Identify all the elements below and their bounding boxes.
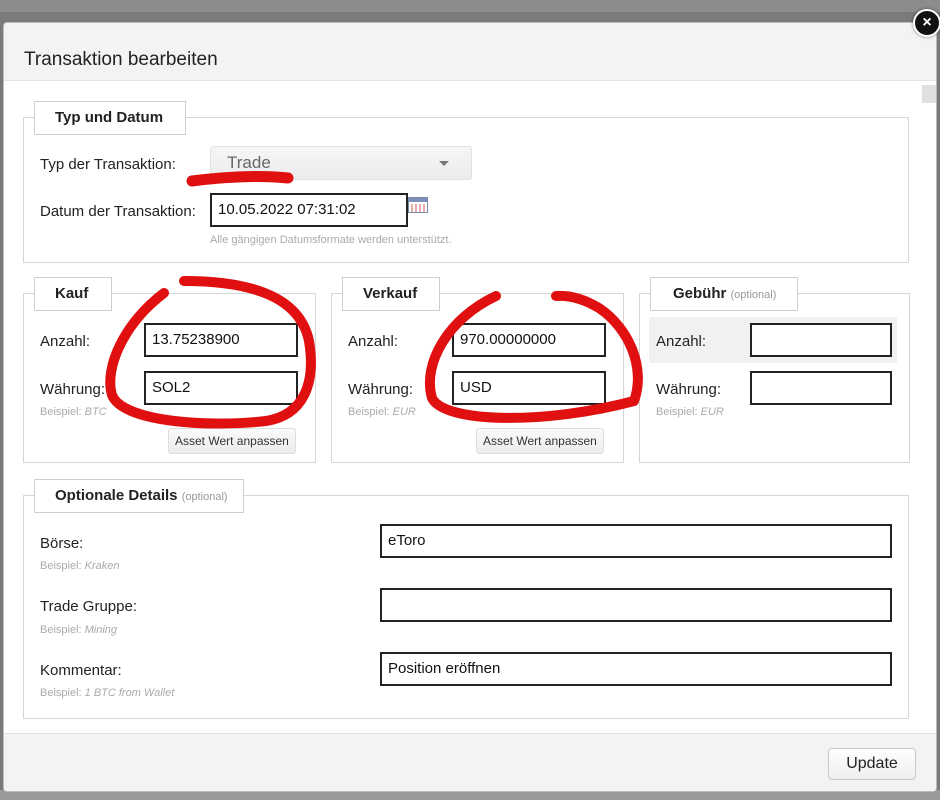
transaction-type-label: Typ der Transaktion:: [40, 156, 176, 173]
transaction-date-input[interactable]: 10.05.2022 07:31:02: [210, 193, 408, 227]
transaction-date-label: Datum der Transaktion:: [40, 203, 196, 220]
trade-group-hint: Beispiel: Mining: [40, 624, 118, 636]
comment-label: Kommentar:: [40, 662, 122, 679]
sell-amount-input[interactable]: 970.00000000: [452, 323, 606, 357]
fee-currency-hint: Beispiel: EUR: [656, 406, 724, 418]
modal-footer: Update: [4, 733, 936, 791]
modal-header: Transaktion bearbeiten: [4, 23, 936, 81]
fee-amount-input[interactable]: [750, 323, 892, 357]
buy-currency-input[interactable]: SOL2: [144, 371, 298, 405]
comment-input[interactable]: Position eröffnen: [380, 652, 892, 686]
buy-currency-label: Währung:: [40, 381, 106, 398]
sell-legend: Verkauf: [342, 277, 440, 311]
type-date-section: [23, 117, 909, 263]
exchange-hint: Beispiel: Kraken: [40, 560, 120, 572]
buy-currency-hint: Beispiel: BTC: [40, 406, 107, 418]
chevron-down-icon: [439, 161, 449, 166]
modal-title: Transaktion bearbeiten: [24, 49, 218, 70]
date-format-hint: Alle gängigen Datumsformate werden unter…: [210, 234, 452, 246]
trade-group-input[interactable]: [380, 588, 892, 622]
buy-asset-value-button[interactable]: Asset Wert anpassen: [168, 428, 296, 454]
fee-legend-optional: (optional): [730, 289, 777, 301]
fee-legend-text: Gebühr: [673, 285, 727, 302]
exchange-label: Börse:: [40, 535, 84, 552]
sell-asset-value-button[interactable]: Asset Wert anpassen: [476, 428, 604, 454]
buy-legend: Kauf: [34, 277, 112, 311]
close-icon: ×: [922, 14, 932, 31]
optional-details-legend: Optionale Details (optional): [34, 479, 244, 513]
transaction-type-select[interactable]: Trade: [210, 146, 472, 180]
fee-amount-label: Anzahl:: [656, 333, 707, 350]
calendar-icon[interactable]: [408, 197, 428, 213]
scrollbar[interactable]: [922, 85, 936, 103]
sell-legend-text: Verkauf: [363, 285, 418, 302]
buy-legend-text: Kauf: [55, 285, 89, 302]
sell-amount-label: Anzahl:: [348, 333, 399, 350]
sell-currency-label: Währung:: [348, 381, 414, 398]
optional-details-legend-text: Optionale Details: [55, 487, 178, 504]
sell-currency-hint: Beispiel: EUR: [348, 406, 416, 418]
comment-hint: Beispiel: 1 BTC from Wallet: [40, 687, 175, 699]
trade-group-label: Trade Gruppe:: [40, 598, 137, 615]
update-button[interactable]: Update: [828, 748, 916, 780]
edit-transaction-modal: Transaktion bearbeiten Typ und Datum Typ…: [3, 22, 937, 792]
close-button[interactable]: ×: [913, 9, 940, 37]
fee-currency-input[interactable]: [750, 371, 892, 405]
sell-currency-input[interactable]: USD: [452, 371, 606, 405]
type-date-legend-text: Typ und Datum: [55, 109, 164, 126]
buy-amount-input[interactable]: 13.75238900: [144, 323, 298, 357]
optional-details-legend-optional: (optional): [181, 491, 228, 503]
page-backdrop-top: [0, 0, 940, 12]
type-date-legend: Typ und Datum: [34, 101, 186, 135]
exchange-input[interactable]: eToro: [380, 524, 892, 558]
buy-amount-label: Anzahl:: [40, 333, 91, 350]
transaction-type-value: Trade: [227, 153, 271, 172]
fee-currency-label: Währung:: [656, 381, 722, 398]
fee-legend: Gebühr (optional): [650, 277, 798, 311]
